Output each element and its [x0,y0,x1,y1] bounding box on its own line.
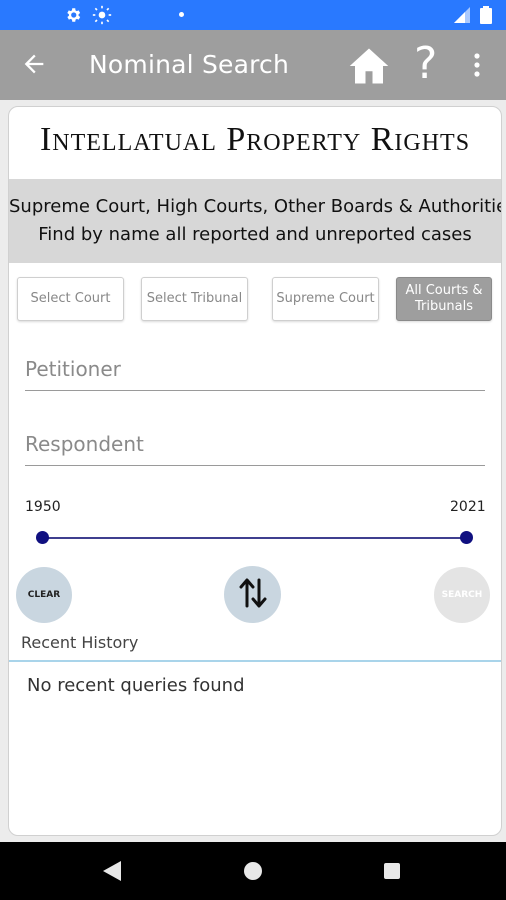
settings-gear-icon [64,6,82,29]
supreme-court-button[interactable]: Supreme Court [272,277,379,321]
notification-dot-icon [179,12,184,17]
recent-history-divider [9,660,501,662]
respondent-field [25,422,485,466]
brand-title: Intellatual Property Rights [39,121,471,158]
all-courts-tribunals-button[interactable]: All Courts & Tribunals [396,277,492,321]
search-card: Intellatual Property Rights Supreme Cour… [8,106,502,836]
petitioner-field [25,347,485,391]
petitioner-input[interactable] [25,347,485,381]
swap-vertical-icon [238,576,268,613]
home-icon[interactable] [348,46,390,91]
nav-back-icon[interactable] [103,861,121,886]
select-tribunal-button[interactable]: Select Tribunal [141,277,248,321]
clear-button[interactable]: CLEAR [16,567,72,623]
swap-parties-button[interactable] [224,566,281,623]
app-bar: Nominal Search ? [0,30,506,100]
page-title: Nominal Search [89,50,290,79]
system-nav-bar [0,842,506,900]
recent-history-label: Recent History [21,633,139,652]
year-min-handle[interactable] [36,531,49,544]
status-bar [0,0,506,30]
respondent-input[interactable] [25,422,485,456]
nav-home-icon[interactable] [244,862,262,880]
signal-icon [454,7,470,28]
select-court-button[interactable]: Select Court [17,277,124,321]
subtitle-line-1: Supreme Court, High Courts, Other Boards… [9,196,502,217]
year-max-handle[interactable] [460,531,473,544]
year-min-label: 1950 [25,499,61,515]
subtitle-banner: Supreme Court, High Courts, Other Boards… [9,179,501,263]
year-max-label: 2021 [450,499,486,515]
search-button[interactable]: SEARCH [434,567,490,623]
subtitle-line-2: Find by name all reported and unreported… [38,224,472,245]
status-bar-right [454,6,492,29]
recent-empty-state: No recent queries found [27,675,245,696]
brightness-icon [92,5,112,30]
status-bar-left [64,5,112,30]
battery-icon [480,6,492,29]
more-vert-icon[interactable] [472,52,482,83]
year-range-track[interactable] [42,537,467,539]
nav-recents-icon[interactable] [384,863,400,879]
back-arrow-icon[interactable] [20,50,48,83]
help-icon[interactable]: ? [414,40,437,88]
court-filter-group: Select Court Select Tribunal Supreme Cou… [17,277,493,323]
